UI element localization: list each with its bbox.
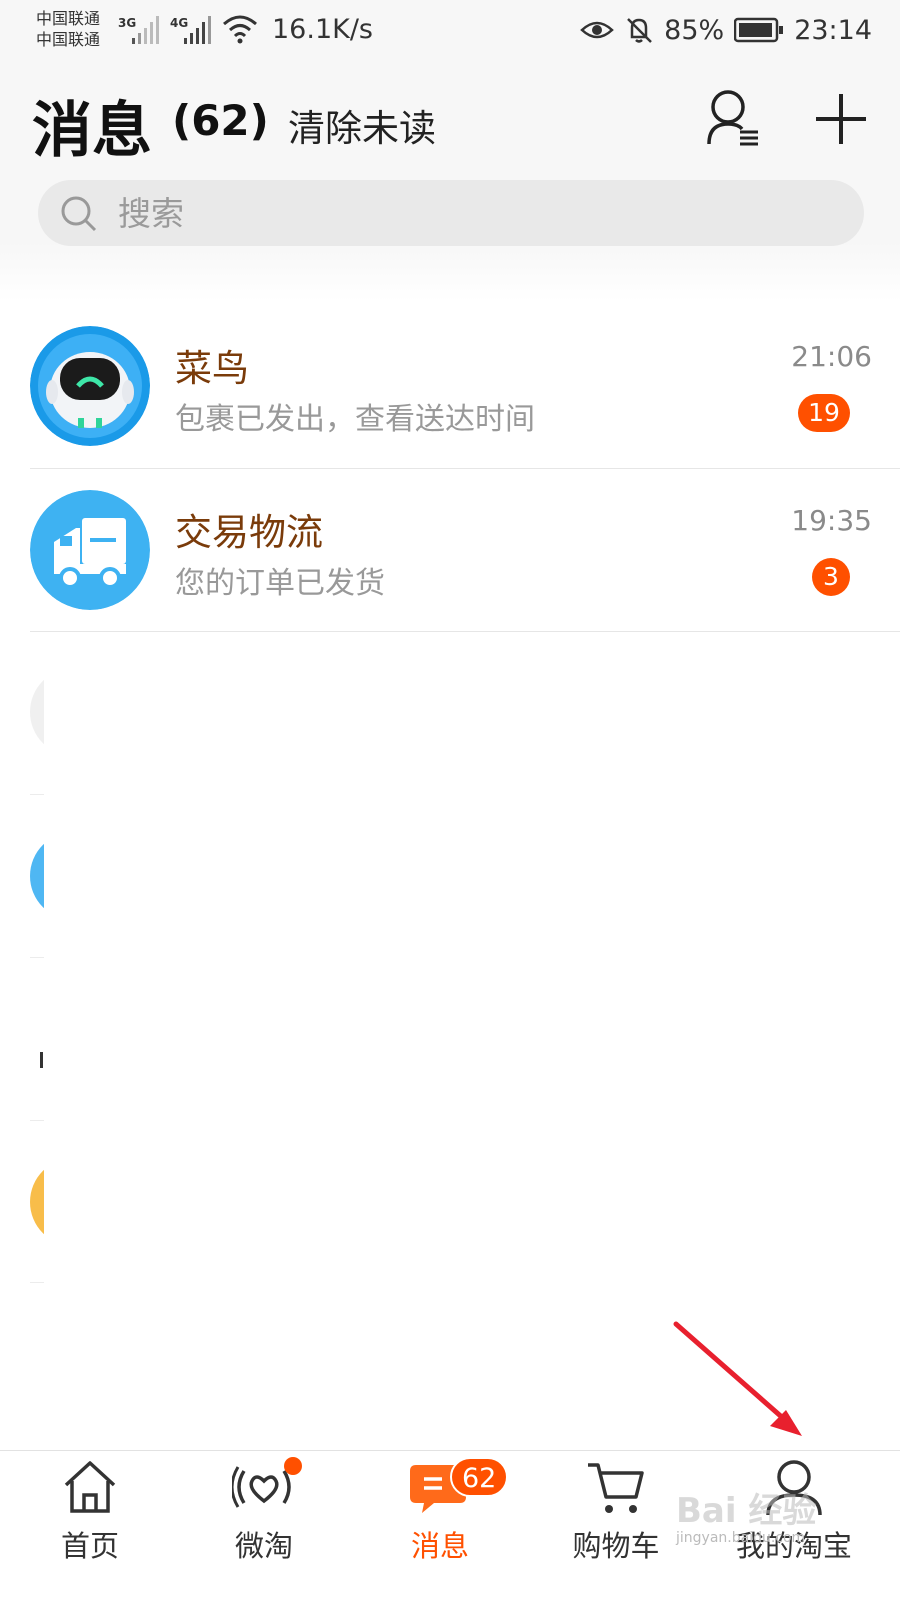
signal-4g-icon: 4G (170, 16, 211, 44)
unread-badge: 3 (812, 558, 850, 596)
home-icon (64, 1461, 116, 1513)
row-divider (30, 631, 900, 632)
unread-badge: 19 (798, 394, 850, 432)
new-content-dot (284, 1457, 302, 1475)
conversation-time: 19:35 (791, 504, 872, 537)
carrier-2: 中国联通 (36, 30, 101, 49)
unread-total-count: (62) (172, 96, 269, 145)
contacts-icon[interactable] (706, 88, 762, 150)
signal-3g-icon: 3G (118, 16, 159, 44)
row-divider (30, 957, 44, 958)
network-1-label: 3G (118, 16, 136, 30)
plus-icon[interactable] (812, 90, 870, 148)
clock: 23:14 (794, 14, 872, 46)
status-right: 85% 23:14 (580, 12, 872, 48)
search-bar[interactable] (38, 180, 864, 246)
watermark-url: jingyan.baidu.com (676, 1530, 806, 1546)
carrier-labels: 中国联通 中国联通 (36, 8, 100, 50)
conversation-preview: 包裹已发出，查看送达时间 (175, 402, 535, 437)
tab-weitao[interactable]: 微淘 (174, 1451, 354, 1600)
row-divider (30, 1120, 44, 1121)
loading-row-edge (30, 832, 44, 920)
row-divider (30, 794, 44, 795)
eye-icon (580, 21, 615, 39)
conversation-preview: 您的订单已发货 (175, 566, 385, 601)
tab-label: 首页 (60, 1529, 119, 1563)
status-bar: 中国联通 中国联通 3G 4G 16.1K/s 85% 23:14 (0, 0, 900, 62)
row-divider (30, 1282, 44, 1283)
conversation-name: 交易物流 (175, 511, 323, 554)
wifi-icon (223, 15, 257, 44)
conversation-item-logistics[interactable]: 交易物流 您的订单已发货 19:35 3 (0, 466, 900, 632)
carrier-1: 中国联通 (36, 9, 101, 28)
page-title: 消息 (32, 96, 152, 166)
conversation-item-cainiao[interactable]: 菜鸟 包裹已发出，查看送达时间 21:06 19 (0, 302, 900, 468)
search-icon (61, 196, 97, 232)
loading-row-edge (30, 1158, 44, 1246)
tab-label: 微淘 (234, 1529, 293, 1563)
bell-muted-icon (627, 18, 653, 43)
watermark-text: Bai 经验 (676, 1491, 816, 1531)
conversation-name: 菜鸟 (175, 347, 249, 390)
cart-icon (588, 1463, 644, 1513)
tab-home[interactable]: 首页 (0, 1451, 180, 1600)
tab-messages[interactable]: 62 消息 (350, 1451, 530, 1600)
battery-icon (734, 17, 784, 43)
battery-percent: 85% (664, 14, 725, 46)
tab-label: 消息 (410, 1529, 469, 1563)
truck-avatar (30, 490, 150, 610)
network-2-label: 4G (170, 16, 188, 30)
loading-row-edge (30, 668, 44, 756)
conversation-time: 21:06 (791, 340, 872, 373)
loading-row-edge (30, 1050, 44, 1070)
net-speed: 16.1K/s (272, 14, 373, 45)
message-count-badge: 62 (450, 1457, 509, 1497)
cainiao-robot-avatar (30, 326, 150, 446)
search-input[interactable] (118, 180, 818, 246)
clear-unread-button[interactable]: 清除未读 (288, 98, 436, 152)
annotation-arrow-icon (673, 1321, 802, 1436)
messages-header: 消息 (62) 清除未读 (0, 62, 900, 302)
